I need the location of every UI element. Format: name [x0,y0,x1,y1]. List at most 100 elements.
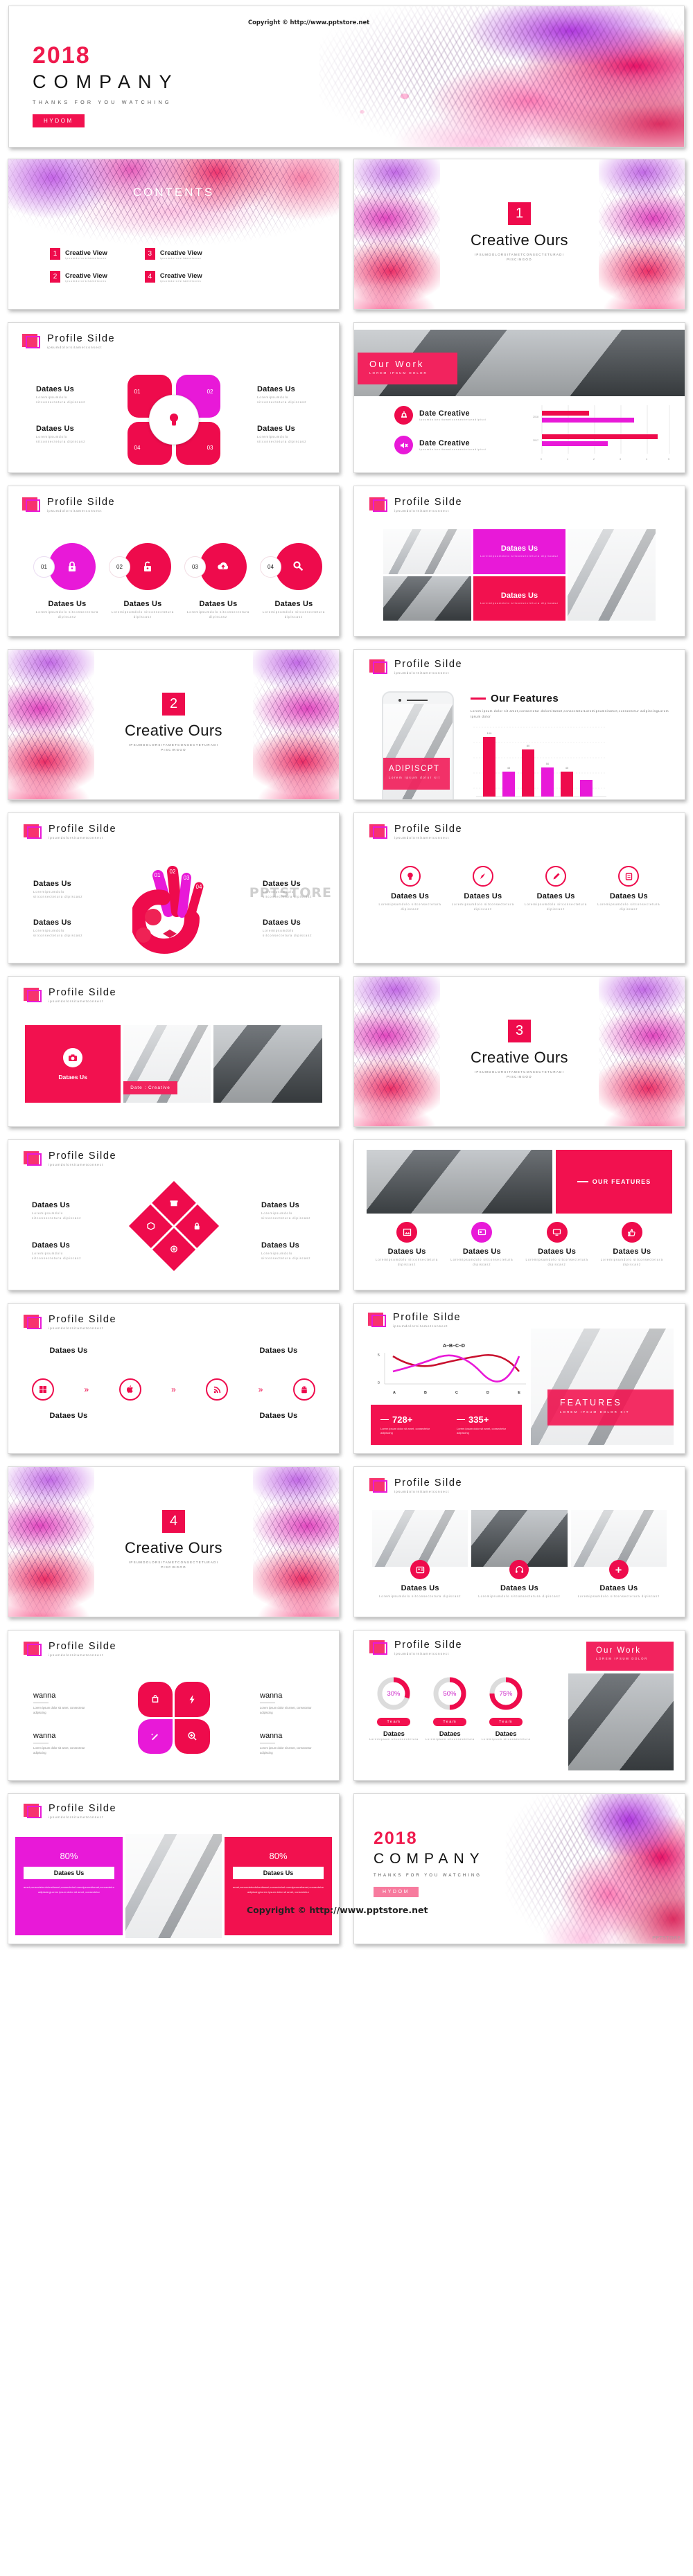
mosaic-tile-crimson[interactable]: Dataes Us Loremipsumdolo sitconsectetura… [473,576,566,621]
donut-percent: 75% [500,1690,514,1698]
three-icon-item[interactable]: Dataes Us Loremipsumdolo sitconsectetura… [571,1560,667,1599]
contents-item[interactable]: 3 Creative View ipsumdolorsitametcons [144,248,202,260]
svg-text:45: 45 [507,766,511,770]
dataes-body: Loremipsumdolo sitconsectetura dipiscasz [186,610,250,619]
feature-item[interactable]: Dataes Us Loremipsumdolo sitconsectetura … [447,1222,516,1267]
profile-subtitle: ipsumdolorsitametconsect [47,509,103,513]
hydom-badge[interactable]: HYDOM [374,1887,419,1897]
hand-holding-phone-photo [383,529,471,574]
logo-icon [24,1804,42,1819]
slide-mosaic[interactable]: Profile Silde ipsumdolorsitametconsect D… [353,486,685,637]
line-chart-title: A–B–C–D [443,1344,465,1349]
divider-subtitle-line1: IPSUMDOLORSITAMETCONSECTETURADI [474,253,565,256]
slide-our-features-photo[interactable]: OUR FEATURES Dataes Us Loremipsumdolo sit… [353,1139,685,1290]
leaf-texture [319,6,684,147]
slide-divider-3[interactable]: 3 Creative Ours IPSUMDOLORSITAMETCONSECT… [353,976,685,1127]
dataes-body: Loremipsumdolo sitconsectetura dipiscasz [376,1258,439,1266]
speaker-mute-icon [394,436,413,454]
dataes-block: Dataes Us Loremipsumdolo sitconsectetura… [257,425,315,444]
logo-icon [369,824,388,840]
donut-percent: 30% [387,1690,401,1698]
stat-rule [457,1419,465,1421]
contents-item-sub: ipsumdolorsitametcons [65,256,107,260]
profile-subtitle: ipsumdolorsitametconsect [394,1652,450,1656]
slide-brand-chain[interactable]: Profile Silde ipsumdolorsitametconsect D… [8,1303,340,1454]
slide-diamond[interactable]: Profile Silde ipsumdolorsitametconsect D… [8,1139,340,1290]
wanna-label: wanna [33,1691,56,1700]
dataes-title: Dataes Us [33,918,71,927]
dataes-body: Loremipsumdolo sitconsectetura dipiscasz [36,435,86,443]
icon-grid-item[interactable]: Dataes Us Loremipsumdolo sitconsectetura … [595,866,663,912]
dataes-block: Dataes Us Loremipsumdolo sitconsectetura … [33,880,89,899]
closing-tagline: THANKS FOR YOU WATCHING [374,1874,482,1878]
lightning-icon[interactable] [175,1682,210,1717]
hydom-badge[interactable]: HYDOM [33,114,85,127]
windows-icon[interactable] [32,1378,54,1401]
eighty-panel-crimson[interactable]: 80% Dataes Us amet,consecteturdolorsitam… [225,1837,332,1935]
feature-item[interactable]: Dataes Us Loremipsumdolo sitconsectetura … [523,1222,592,1267]
mosaic-tile-magenta[interactable]: Dataes Us Loremipsumdolo sitconsectetura… [473,529,566,574]
dataes-body: Loremipsumdolo sitconsectetura dipiscasz [32,1211,82,1220]
slide-closing-title[interactable]: 2018 COMPANY THANKS FOR YOU WATCHING HYD… [353,1793,685,1944]
contents-item[interactable]: 2 Creative View ipsumdolorsitametcons [50,271,107,283]
slide-wanna[interactable]: Profile Silde ipsumdolorsitametconsect w… [8,1630,340,1781]
slide-flower-petals[interactable]: Profile Silde ipsumdolorsitametconsect D… [8,322,340,473]
feature-item[interactable]: Dataes Us Loremipsumdolo sitconsectetura … [372,1222,441,1267]
profile-header: Profile Silde ipsumdolorsitametconsect [24,1641,116,1657]
apple-icon[interactable] [119,1378,141,1401]
rss-icon[interactable] [206,1378,229,1401]
donut-item[interactable]: 75% Team Dataes Loremipsum sitconsectetu… [482,1675,531,1741]
our-work-subtitle: LOREM IPSUM DOLOR [369,371,428,375]
divider-subtitle-line1: IPSUMDOLORSITAMETCONSECTETURADI [128,1561,219,1564]
slide-divider-2[interactable]: 2 Creative Ours IPSUMDOLORSITAMETCONSECT… [8,649,340,800]
features-ribbon: FEATURES LOREM IPSUM DOLOR SIT [547,1389,674,1425]
slide-features-chart[interactable]: Profile Silde ipsumdolorsitametconsect A… [353,649,685,800]
work-row[interactable]: Date Creative ipsumdolorsitametconsectet… [394,436,487,454]
eighty-panel-magenta[interactable]: 80% Dataes Us amet,consecteturdolorsitam… [15,1837,123,1935]
slide-three-photo[interactable]: Profile Silde ipsumdolorsitametconsect D… [8,976,340,1127]
team-badge: Team [377,1718,411,1726]
profile-header: Profile Silde ipsumdolorsitametconsect [369,1640,462,1655]
shopping-bag-icon[interactable] [137,1682,173,1717]
slide-three-icon-photo[interactable]: Profile Silde ipsumdolorsitametconsect D… [353,1466,685,1617]
work-row-body: ipsumdolorsitametconsecteturadipisci [419,447,487,451]
feature-item[interactable]: Dataes Us Loremipsumdolo sitconsectetura … [597,1222,667,1267]
icon-grid-item[interactable]: Dataes Us Loremipsumdolo sitconsectetura … [449,866,516,912]
icon-grid-item[interactable]: Dataes Us Loremipsumdolo sitconsectetura … [376,866,444,912]
chain-label: Dataes Us [259,1412,298,1420]
slide-donuts[interactable]: Profile Silde ipsumdolorsitametconsect O… [353,1630,685,1781]
our-features-heading: OUR FEATURES [592,1178,651,1185]
slide-eighty-percent[interactable]: Profile Silde ipsumdolorsitametconsect 8… [8,1793,340,1944]
slide-icon-grid[interactable]: Profile Silde ipsumdolorsitametconsect D… [353,812,685,963]
slide-our-work[interactable]: Our Work LOREM IPSUM DOLOR Date Creative… [353,322,685,473]
logo-icon [24,824,42,840]
contents-item[interactable]: 1 Creative View ipsumdolorsitametcons [50,248,107,260]
slide-lock-row[interactable]: Profile Silde ipsumdolorsitametconsect 0… [8,486,340,637]
lock-item-number: 03 [184,556,206,578]
contents-item[interactable]: 4 Creative View ipsumdolorsitametcons [144,271,202,283]
photo-badge-label: Dataes Us [58,1073,87,1081]
dataes-body: Loremipsumdolo sitconsectetura dipiscasz [577,1595,660,1598]
slide-divider-4[interactable]: 4 Creative Ours IPSUMDOLORSITAMETCONSECT… [8,1466,340,1617]
logo-icon [369,1478,388,1493]
magic-wand-icon[interactable] [137,1718,173,1754]
profile-header: Profile Silde ipsumdolorsitametconsect [24,1151,116,1166]
slide-line-stats[interactable]: Profile Silde ipsumdolorsitametconsect A… [353,1303,685,1454]
title-tagline: THANKS FOR YOU WATCHING [33,99,172,105]
donut-item[interactable]: 50% Team Dataes Loremipsum sitconsectetu… [426,1675,475,1741]
eighty-label: Dataes Us [24,1867,114,1879]
closing-company: COMPANY [374,1851,485,1867]
work-row[interactable]: Date Creative ipsumdolorsitametconsectet… [394,406,486,425]
donut-item[interactable]: 30% Team Dataes Loremipsum sitconsectetu… [369,1675,419,1741]
zoom-in-icon[interactable] [175,1718,210,1754]
series-crimson [392,1353,520,1372]
three-icon-item[interactable]: Dataes Us Loremipsumdolo sitconsectetura… [372,1560,468,1599]
slide-contents[interactable]: CONTENTS 1 Creative View ipsumdolorsitam… [8,159,340,310]
three-icon-item[interactable]: Dataes Us Loremipsumdolo sitconsectetura… [471,1560,567,1599]
photo-badge-panel[interactable]: Dataes Us [25,1025,121,1103]
slide-hand[interactable]: Profile Silde ipsumdolorsitametconsect D… [8,812,340,963]
android-icon[interactable] [292,1378,315,1401]
slide-divider-1[interactable]: 1 Creative Ours IPSUMDOLORSITAMETCONSECT… [353,159,685,310]
icon-grid-item[interactable]: Dataes Us Loremipsumdolo sitconsectetura … [523,866,590,912]
slide-title[interactable]: Copyright © http://www.pptstore.net 2018… [8,6,685,148]
